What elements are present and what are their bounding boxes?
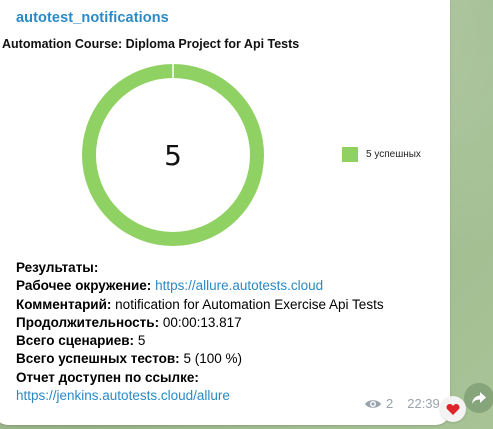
env-link[interactable]: https://allure.autotests.cloud: [155, 278, 323, 293]
forward-button[interactable]: [464, 383, 493, 413]
message-meta: 2 22:39: [364, 396, 440, 411]
forward-arrow-icon: [472, 392, 486, 404]
channel-name[interactable]: autotest_notifications: [16, 10, 169, 26]
message-time: 22:39: [407, 396, 440, 411]
report-link[interactable]: https://jenkins.autotests.cloud/allure: [16, 388, 230, 403]
heart-icon: [446, 403, 460, 415]
legend-label: 5 успешных: [366, 149, 421, 160]
donut-chart: 5: [82, 63, 264, 246]
legend-swatch: [342, 147, 358, 162]
report-label: Отчет доступен по ссылке:: [16, 369, 199, 385]
scenarios-label: Всего сценариев:: [16, 333, 135, 349]
comment-value: notification for Automation Exercise Api…: [115, 296, 384, 312]
views-count: 2: [386, 396, 394, 411]
chart-center-label: 5: [164, 139, 182, 172]
chart-image[interactable]: Automation Course: Diploma Project for A…: [2, 37, 444, 252]
results-text: Результаты: Рабочее окружение: https://a…: [16, 259, 436, 405]
reaction-badge[interactable]: [440, 396, 466, 422]
duration-label: Продолжительность:: [16, 314, 160, 330]
chart-legend: 5 успешных: [342, 147, 421, 162]
env-label: Рабочее окружение:: [16, 278, 152, 294]
scenarios-value: 5: [137, 333, 146, 349]
eye-icon: [365, 399, 381, 408]
passed-value: 5 (100 %): [183, 351, 242, 367]
comment-label: Комментарий:: [16, 296, 112, 312]
message-bubble: autotest_notifications Automation Course…: [0, 0, 450, 425]
passed-label: Всего успешных тестов:: [16, 351, 180, 367]
results-heading: Результаты:: [16, 260, 99, 275]
duration-value: 00:00:13.817: [162, 314, 242, 330]
